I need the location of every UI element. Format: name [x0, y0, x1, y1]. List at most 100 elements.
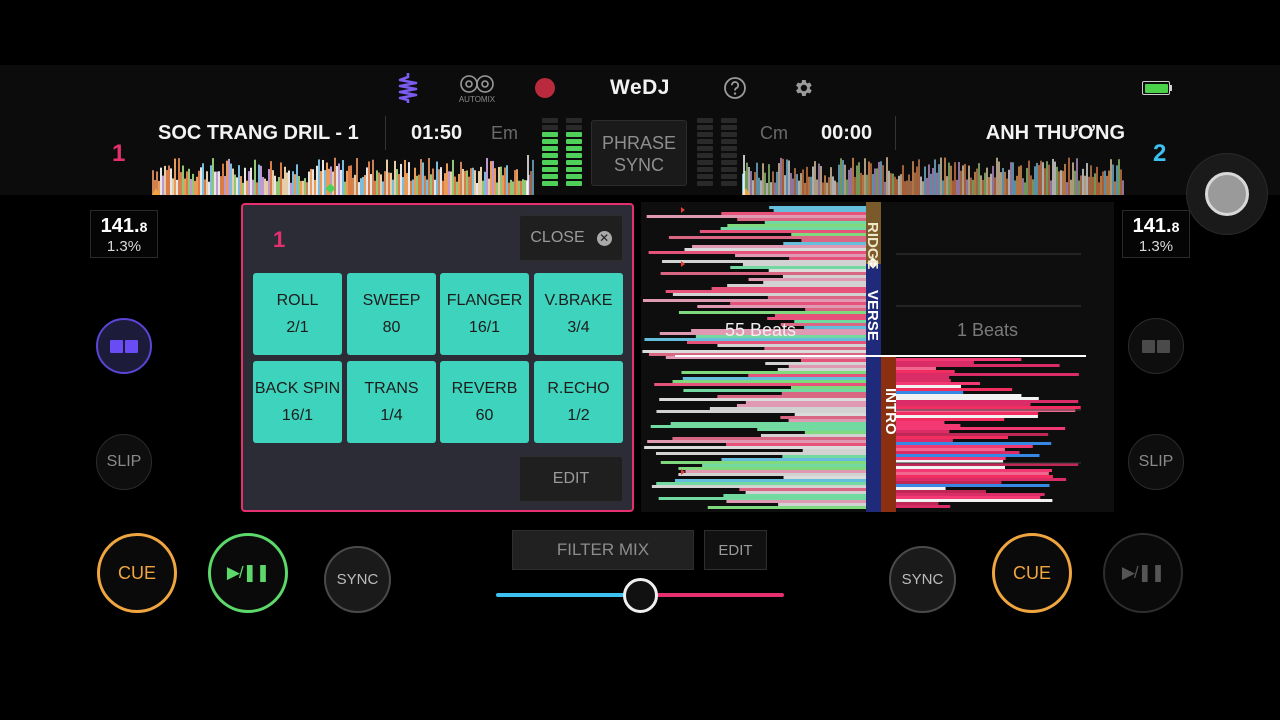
deck1-cue-button[interactable]: CUE: [97, 533, 177, 613]
waveform-bar: [176, 179, 178, 195]
waveform-bar: [893, 364, 1060, 367]
deck1-track-title[interactable]: SOC TRANG DRIL - 1: [158, 120, 368, 146]
waveform-bar: [512, 181, 514, 195]
waveform-bar: [910, 180, 912, 195]
phrase-sync-button[interactable]: PHRASE SYNC: [591, 120, 687, 186]
automix-button[interactable]: AUTOMIX: [456, 72, 498, 106]
meter-segment: [697, 181, 713, 186]
waveform-bar: [1004, 171, 1006, 195]
waveform-bar: [874, 168, 876, 195]
deck2-cue-button[interactable]: CUE: [992, 533, 1072, 613]
waveform-bar: [1056, 166, 1058, 195]
fx-pad-reverb[interactable]: REVERB 60: [440, 361, 529, 443]
waveform-bar: [394, 160, 396, 195]
meter-segment: [721, 174, 737, 179]
waveform-bar: [1098, 182, 1100, 195]
fx-pad-sweep[interactable]: SWEEP 80: [347, 273, 436, 355]
fx-pad-trans[interactable]: TRANS 1/4: [347, 361, 436, 443]
record-button[interactable]: [533, 76, 557, 100]
waveform-bar: [238, 165, 240, 195]
waveform-bar: [774, 182, 776, 195]
waveform-bar: [964, 163, 966, 195]
waveform-bar: [916, 166, 918, 195]
fx-pad-backspin[interactable]: BACK SPIN 16/1: [253, 361, 342, 443]
waveform-bar: [828, 177, 830, 195]
waveform-bar: [1102, 171, 1104, 195]
waveform-bar: [776, 171, 778, 195]
fx-pad-flanger[interactable]: FLANGER 16/1: [440, 273, 529, 355]
waveform-bar: [783, 476, 866, 479]
filter-edit-button[interactable]: EDIT: [704, 530, 767, 570]
deck2-overview-waveform[interactable]: [742, 155, 1124, 195]
meter-segment: [697, 132, 713, 137]
deck1-bpm-display[interactable]: 141.8 1.3%: [90, 210, 158, 258]
help-button[interactable]: [723, 76, 747, 100]
waveform-bar: [805, 308, 866, 311]
waveform-bar: [396, 169, 398, 195]
deck2-sync-button[interactable]: SYNC: [889, 546, 956, 613]
deck2-play-pause-button[interactable]: ▶/❚❚: [1103, 533, 1183, 613]
deck1-play-pause-button[interactable]: ▶/❚❚: [208, 533, 288, 613]
waveform-bar: [286, 172, 288, 195]
waveform-bar: [272, 170, 274, 195]
deck2-bpm-display[interactable]: 141.8 1.3%: [1122, 210, 1190, 258]
waveform-bar: [508, 182, 510, 195]
waveform-bar: [683, 389, 866, 392]
waveform-bar: [692, 245, 866, 248]
waveform-bar: [893, 421, 945, 424]
fx-pad-value: 3/4: [567, 318, 590, 336]
jog-thumb-button[interactable]: [1186, 153, 1268, 235]
deck1-divider: [385, 116, 386, 150]
waveform-bar: [757, 428, 866, 431]
fx-pad-vbrake[interactable]: V.BRAKE 3/4: [534, 273, 623, 355]
fx-close-button[interactable]: CLOSE ✕: [519, 215, 623, 261]
waveform-bar: [762, 163, 764, 195]
waveform-bar: [730, 266, 866, 269]
waveform-bar: [968, 165, 970, 195]
waveform-bar: [182, 165, 184, 195]
waveform-bar: [662, 260, 866, 263]
fx-edit-button[interactable]: EDIT: [519, 456, 623, 502]
waveform-bar: [893, 454, 1040, 457]
waveform-bar: [488, 178, 490, 195]
waveform-bar: [354, 174, 356, 195]
crossfader-knob[interactable]: [623, 578, 658, 613]
waveform-bar: [1016, 175, 1018, 195]
waveform-bar: [1036, 162, 1038, 195]
deck1-overview-waveform[interactable]: [152, 155, 534, 195]
waveform-bar: [242, 182, 244, 195]
waveform-bar: [296, 164, 298, 195]
waveform-bar: [739, 488, 866, 491]
deck2-slip-button[interactable]: SLIP: [1128, 434, 1184, 490]
waveform-icon[interactable]: [396, 72, 420, 104]
deck1-key: Em: [491, 123, 518, 143]
waveform-bar: [822, 182, 824, 195]
settings-button[interactable]: [791, 76, 815, 100]
waveform-bar: [745, 401, 866, 404]
waveform-bar: [504, 167, 506, 195]
waveform-bar: [984, 172, 986, 195]
waveform-bar: [868, 161, 870, 195]
waveform-bar: [834, 180, 836, 195]
filter-mix-button[interactable]: FILTER MIX: [512, 530, 694, 570]
waveform-bar: [711, 287, 866, 290]
waveform-bar: [264, 178, 266, 195]
deck2-fx-panel-toggle[interactable]: [1128, 318, 1184, 374]
waveform-bar: [384, 171, 386, 195]
waveform-bar: [846, 179, 848, 195]
fx-pad-recho[interactable]: R.ECHO 1/2: [534, 361, 623, 443]
deck1-slip-button[interactable]: SLIP: [96, 434, 152, 490]
waveform-bar: [920, 176, 922, 195]
waveform-bar: [284, 166, 286, 195]
fx-pad-roll[interactable]: ROLL 2/1: [253, 273, 342, 355]
waveform-bar: [1052, 158, 1054, 195]
deck2-track-title[interactable]: ANH THƯƠNG: [955, 120, 1125, 146]
waveform-bar: [276, 181, 278, 195]
deck1-fx-panel-toggle[interactable]: [96, 318, 152, 374]
deck1-sync-button[interactable]: SYNC: [324, 546, 391, 613]
waveform-bar: [802, 449, 866, 452]
waveform-bar: [642, 350, 866, 353]
waveform-bar: [990, 173, 992, 195]
waveform-bar: [707, 506, 866, 509]
meter-segment: [566, 146, 582, 151]
